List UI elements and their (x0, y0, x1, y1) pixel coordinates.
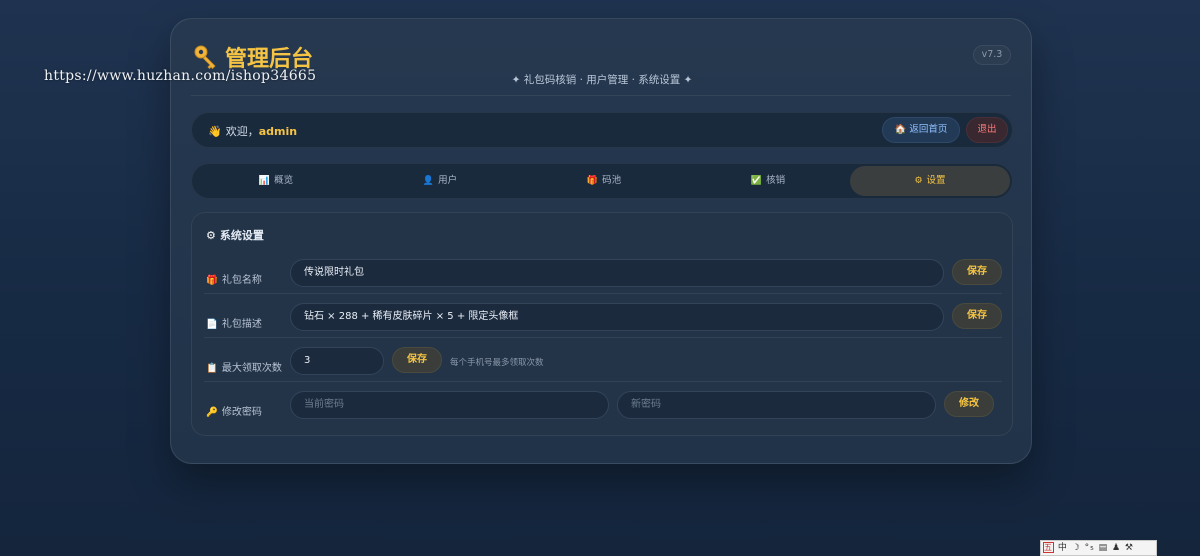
clipboard-icon: 📋 (206, 363, 218, 374)
header-divider (191, 95, 1011, 96)
max-claims-input[interactable]: 3 (290, 347, 384, 375)
tab-label: 码池 (602, 175, 622, 186)
gift-desc-label: 📄 礼包描述 (206, 315, 262, 330)
welcome-text: 👋 欢迎，admin (208, 123, 297, 139)
change-password-button[interactable]: 修改 (944, 391, 994, 417)
max-claims-hint: 每个手机号最多领取次数 (450, 358, 544, 368)
label-text: 最大领取次数 (221, 363, 282, 374)
label-text: 礼包描述 (221, 319, 262, 330)
welcome-prefix: 欢迎， (225, 125, 259, 138)
panel-title-text: 系统设置 (219, 229, 264, 242)
ime-tray-items: 中 ☽ °₅ ▤ ♟ ⚒ (1057, 543, 1134, 553)
welcome-bar: 👋 欢迎，admin 🏠 返回首页 退出 (191, 112, 1013, 148)
version-badge: v7.3 (973, 45, 1011, 65)
row-divider (204, 293, 1002, 294)
new-password-input[interactable]: 新密码 (617, 391, 936, 419)
gift-name-label: 🎁 礼包名称 (206, 271, 262, 286)
tab-settings[interactable]: ⚙ 设置 (850, 166, 1010, 196)
tab-overview[interactable]: 📊 概览 (196, 166, 356, 196)
save-max-claims-button[interactable]: 保存 (392, 347, 442, 373)
ime-logo-icon: 五 (1043, 542, 1054, 553)
welcome-username: admin (258, 125, 298, 138)
gift-icon: 🎁 (586, 176, 599, 186)
tab-label: 核销 (766, 175, 786, 186)
gift-name-input[interactable]: 传说限时礼包 (290, 259, 944, 287)
document-icon: 📄 (206, 319, 218, 330)
tab-label: 用户 (438, 175, 458, 186)
current-password-input[interactable]: 当前密码 (290, 391, 609, 419)
setting-row-password: 🔑 修改密码 当前密码 新密码 修改 (206, 388, 1000, 432)
chart-icon: 📊 (258, 176, 271, 186)
row-divider (204, 381, 1002, 382)
wave-hand-icon: 👋 (208, 125, 222, 138)
admin-card: 管理后台 ✦ 礼包码核销 · 用户管理 · 系统设置 ✦ v7.3 👋 欢迎，ad… (170, 18, 1032, 464)
tab-label: 设置 (926, 175, 946, 186)
gift-icon: 🎁 (206, 275, 218, 286)
gift-desc-input[interactable]: 钻石 × 288 + 稀有皮肤碎片 × 5 + 限定头像框 (290, 303, 944, 331)
key-icon: 🔑 (206, 407, 218, 418)
settings-panel: ⚙ 系统设置 🎁 礼包名称 传说限时礼包 保存 📄 礼包描述 钻石 × 288 + 稀… (191, 212, 1013, 436)
save-gift-desc-button[interactable]: 保存 (952, 303, 1002, 329)
check-icon: ✅ (750, 176, 763, 186)
home-button[interactable]: 🏠 返回首页 (882, 117, 960, 143)
watermark-url: https://www.huzhan.com/ishop34665 (44, 68, 317, 84)
user-icon: 👤 (422, 176, 435, 186)
gear-icon: ⚙ (206, 229, 216, 242)
tab-code-pool[interactable]: 🎁 码池 (524, 166, 684, 196)
password-label: 🔑 修改密码 (206, 403, 262, 418)
logout-button[interactable]: 退出 (966, 117, 1008, 143)
panel-title: ⚙ 系统设置 (206, 227, 264, 243)
label-text: 修改密码 (221, 407, 262, 418)
key-icon (194, 45, 216, 70)
label-text: 礼包名称 (221, 275, 262, 286)
tab-redeem[interactable]: ✅ 核销 (688, 166, 848, 196)
tab-bar: 📊 概览 👤 用户 🎁 码池 ✅ 核销 ⚙ 设置 (191, 163, 1013, 199)
tab-users[interactable]: 👤 用户 (360, 166, 520, 196)
ime-toolbar[interactable]: 五 中 ☽ °₅ ▤ ♟ ⚒ (1040, 540, 1157, 556)
row-divider (204, 337, 1002, 338)
gear-icon: ⚙ (914, 176, 923, 186)
max-claims-label: 📋 最大领取次数 (206, 359, 282, 374)
save-gift-name-button[interactable]: 保存 (952, 259, 1002, 285)
tab-label: 概览 (274, 175, 294, 186)
